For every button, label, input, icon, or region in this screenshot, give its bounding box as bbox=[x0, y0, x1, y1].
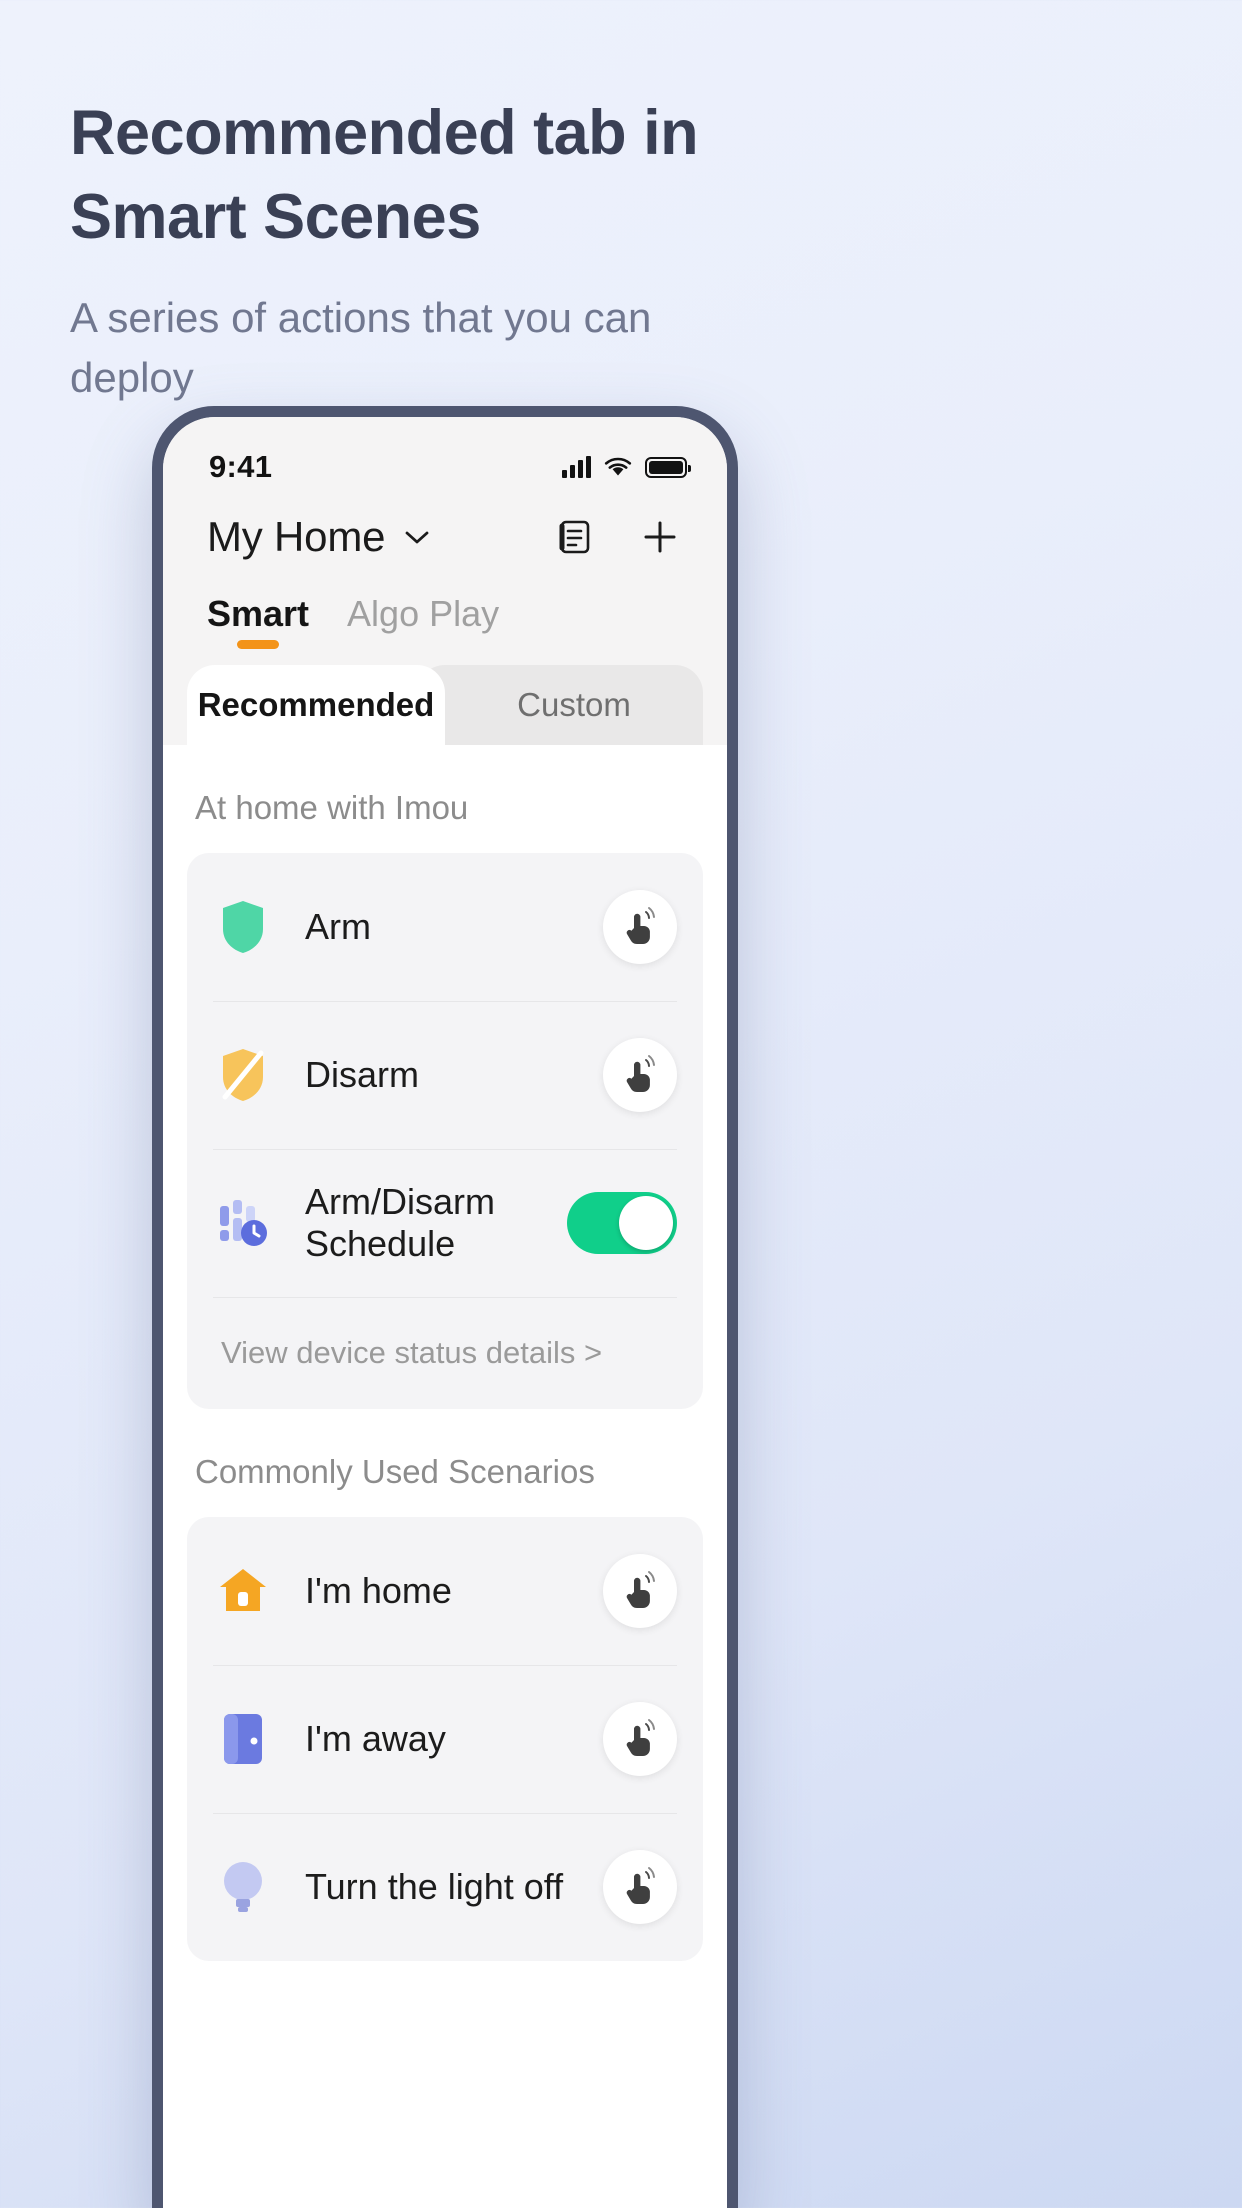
page-subtitle: A series of actions that you can deploy bbox=[70, 293, 652, 401]
schedule-clock-icon bbox=[213, 1193, 273, 1253]
app-bar-actions bbox=[551, 514, 683, 560]
top-tab-bar: Smart Algo Play bbox=[163, 571, 727, 657]
list-item[interactable]: Disarm bbox=[213, 1001, 677, 1149]
list-item[interactable]: Arm bbox=[213, 853, 677, 1001]
bulb-icon bbox=[213, 1857, 273, 1917]
message-log-icon[interactable] bbox=[551, 514, 597, 560]
house-orange-icon bbox=[213, 1561, 273, 1621]
promo-block: Recommended tab in Smart Scenes A series… bbox=[70, 92, 770, 408]
tap-action-button[interactable] bbox=[603, 1702, 677, 1776]
app-bar: My Home bbox=[163, 499, 727, 571]
section-title-common-scenarios: Commonly Used Scenarios bbox=[195, 1453, 595, 1490]
tab-algo-play[interactable]: Algo Play bbox=[347, 593, 499, 657]
door-blue-icon bbox=[213, 1709, 273, 1769]
chevron-down-icon bbox=[405, 531, 429, 544]
schedule-toggle[interactable] bbox=[567, 1192, 677, 1254]
list-item-label: Disarm bbox=[305, 1054, 419, 1095]
card-at-home: Arm Disarm Arm/Disarm Schedule View devi… bbox=[187, 853, 703, 1409]
segment-tab-bar: Recommended Custom bbox=[163, 665, 727, 745]
status-time: 9:41 bbox=[209, 449, 273, 484]
tab-recommended-label: Recommended bbox=[197, 686, 435, 723]
tab-recommended[interactable]: Recommended bbox=[187, 665, 445, 745]
tab-custom-label: Custom bbox=[517, 686, 631, 723]
page-title: Recommended tab in Smart Scenes bbox=[70, 98, 699, 252]
tab-algo-play-label: Algo Play bbox=[347, 593, 500, 634]
tap-action-button[interactable] bbox=[603, 1554, 677, 1628]
home-selector[interactable]: My Home bbox=[207, 513, 431, 561]
section-title-at-home: At home with Imou bbox=[195, 789, 469, 826]
view-device-status-link[interactable]: View device status details > bbox=[213, 1297, 677, 1409]
tap-action-button[interactable] bbox=[603, 1038, 677, 1112]
list-item-label: Turn the light off bbox=[305, 1866, 564, 1907]
tap-action-button[interactable] bbox=[603, 1850, 677, 1924]
plus-icon[interactable] bbox=[637, 514, 683, 560]
tab-smart-label: Smart bbox=[207, 593, 310, 634]
list-item[interactable]: Turn the light off bbox=[213, 1813, 677, 1961]
card-common-scenarios: I'm home I'm away Turn the light off bbox=[187, 1517, 703, 1961]
list-item-label: I'm away bbox=[305, 1718, 446, 1759]
list-item[interactable]: I'm away bbox=[213, 1665, 677, 1813]
shield-green-icon bbox=[213, 897, 273, 957]
status-icons bbox=[562, 456, 691, 478]
status-bar: 9:41 bbox=[163, 417, 727, 499]
list-item-label: Arm/Disarm Schedule bbox=[305, 1181, 495, 1264]
phone-screen: 9:41 My Home Smart Algo Play Recommended… bbox=[163, 417, 727, 2208]
list-item-label: I'm home bbox=[305, 1570, 452, 1611]
battery-full-icon bbox=[645, 456, 691, 478]
tab-smart[interactable]: Smart bbox=[207, 593, 309, 657]
list-item[interactable]: Arm/Disarm Schedule bbox=[213, 1149, 677, 1297]
list-item-label: Arm bbox=[305, 906, 371, 947]
wifi-icon bbox=[604, 457, 632, 476]
tab-custom[interactable]: Custom bbox=[417, 665, 703, 745]
scroll-content[interactable]: At home with Imou Arm Disarm Arm/Disarm … bbox=[163, 745, 727, 2208]
tap-action-button[interactable] bbox=[603, 890, 677, 964]
shield-off-yellow-icon bbox=[213, 1045, 273, 1105]
list-item[interactable]: I'm home bbox=[213, 1517, 677, 1665]
cellular-signal-icon bbox=[562, 456, 591, 478]
phone-mockup: 9:41 My Home Smart Algo Play Recommended… bbox=[152, 406, 738, 2208]
home-name-label: My Home bbox=[207, 513, 386, 560]
